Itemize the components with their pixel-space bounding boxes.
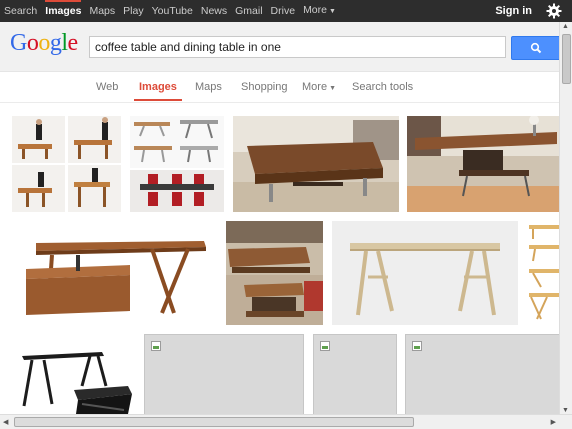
result-thumbnail bbox=[130, 116, 224, 212]
image-result[interactable] bbox=[12, 116, 121, 212]
top-link-play[interactable]: Play bbox=[123, 0, 143, 22]
broken-image-icon bbox=[151, 341, 161, 351]
magnifier-icon bbox=[530, 42, 542, 54]
logo-letter: G bbox=[10, 30, 27, 56]
image-result[interactable] bbox=[130, 116, 224, 212]
image-result-placeholder[interactable] bbox=[144, 334, 304, 416]
horizontal-scroll-thumb[interactable] bbox=[14, 417, 414, 427]
sign-in-link[interactable]: Sign in bbox=[495, 0, 532, 22]
tab-web[interactable]: Web bbox=[96, 81, 118, 93]
image-result[interactable] bbox=[233, 116, 399, 212]
caret-down-icon: ▼ bbox=[329, 85, 336, 92]
top-link-drive[interactable]: Drive bbox=[271, 0, 296, 22]
caret-down-icon: ▼ bbox=[329, 8, 336, 15]
search-button[interactable] bbox=[511, 36, 561, 60]
scroll-down-icon[interactable]: ▼ bbox=[562, 407, 569, 414]
top-link-more[interactable]: More ▼ bbox=[303, 0, 336, 23]
tab-shopping[interactable]: Shopping bbox=[241, 81, 288, 93]
image-result[interactable] bbox=[332, 221, 518, 325]
result-thumbnail bbox=[22, 352, 132, 414]
result-thumbnail bbox=[529, 225, 559, 320]
result-thumbnail bbox=[233, 116, 399, 212]
logo-letter: g bbox=[49, 30, 62, 56]
more-label: More bbox=[303, 4, 327, 16]
result-thumbnail bbox=[12, 116, 121, 212]
top-link-news[interactable]: News bbox=[201, 0, 227, 22]
vertical-scroll-thumb[interactable] bbox=[562, 34, 571, 84]
top-link-images[interactable]: Images bbox=[45, 0, 82, 22]
vertical-scrollbar[interactable]: ▲ ▼ bbox=[559, 22, 572, 415]
search-input[interactable]: coffee table and dining table in one bbox=[89, 36, 506, 58]
logo-letter: e bbox=[67, 30, 79, 56]
broken-image-icon bbox=[320, 341, 330, 351]
image-result[interactable] bbox=[527, 221, 560, 325]
top-nav-links: Search Images Maps Play YouTube News Gma… bbox=[4, 0, 344, 22]
logo-letter: o bbox=[38, 30, 50, 56]
google-logo[interactable]: Google bbox=[10, 30, 78, 57]
horizontal-scrollbar[interactable]: ◀ ▶ bbox=[0, 414, 572, 429]
result-thumbnail bbox=[332, 221, 518, 325]
image-result-placeholder[interactable] bbox=[313, 334, 397, 416]
scroll-right-icon[interactable]: ▶ bbox=[551, 418, 556, 426]
top-link-search[interactable]: Search bbox=[4, 0, 37, 22]
tab-more[interactable]: More ▼ bbox=[302, 81, 336, 93]
image-result[interactable] bbox=[12, 221, 217, 325]
image-result[interactable] bbox=[407, 116, 560, 212]
top-link-maps[interactable]: Maps bbox=[89, 0, 115, 22]
gear-icon[interactable] bbox=[546, 3, 562, 19]
tab-more-label: More bbox=[302, 81, 328, 93]
broken-image-icon bbox=[412, 341, 422, 351]
top-link-youtube[interactable]: YouTube bbox=[152, 0, 193, 22]
top-nav-bar: Search Images Maps Play YouTube News Gma… bbox=[0, 0, 572, 22]
image-result[interactable] bbox=[12, 334, 133, 416]
image-result[interactable] bbox=[226, 221, 323, 325]
tab-search-tools[interactable]: Search tools bbox=[352, 81, 413, 93]
search-header: Google coffee table and dining table in … bbox=[0, 22, 572, 72]
result-thumbnail bbox=[26, 241, 206, 315]
tab-images[interactable]: Images bbox=[134, 81, 182, 101]
top-link-gmail[interactable]: Gmail bbox=[235, 0, 262, 22]
tab-maps[interactable]: Maps bbox=[195, 81, 222, 93]
result-thumbnail bbox=[407, 116, 560, 212]
result-thumbnail bbox=[226, 221, 323, 325]
search-tabs: Web Images Maps Shopping More ▼ Search to… bbox=[0, 72, 572, 103]
scroll-left-icon[interactable]: ◀ bbox=[3, 418, 8, 426]
image-result-placeholder[interactable] bbox=[405, 334, 560, 416]
logo-letter: o bbox=[26, 30, 39, 56]
scroll-up-icon[interactable]: ▲ bbox=[562, 23, 569, 30]
